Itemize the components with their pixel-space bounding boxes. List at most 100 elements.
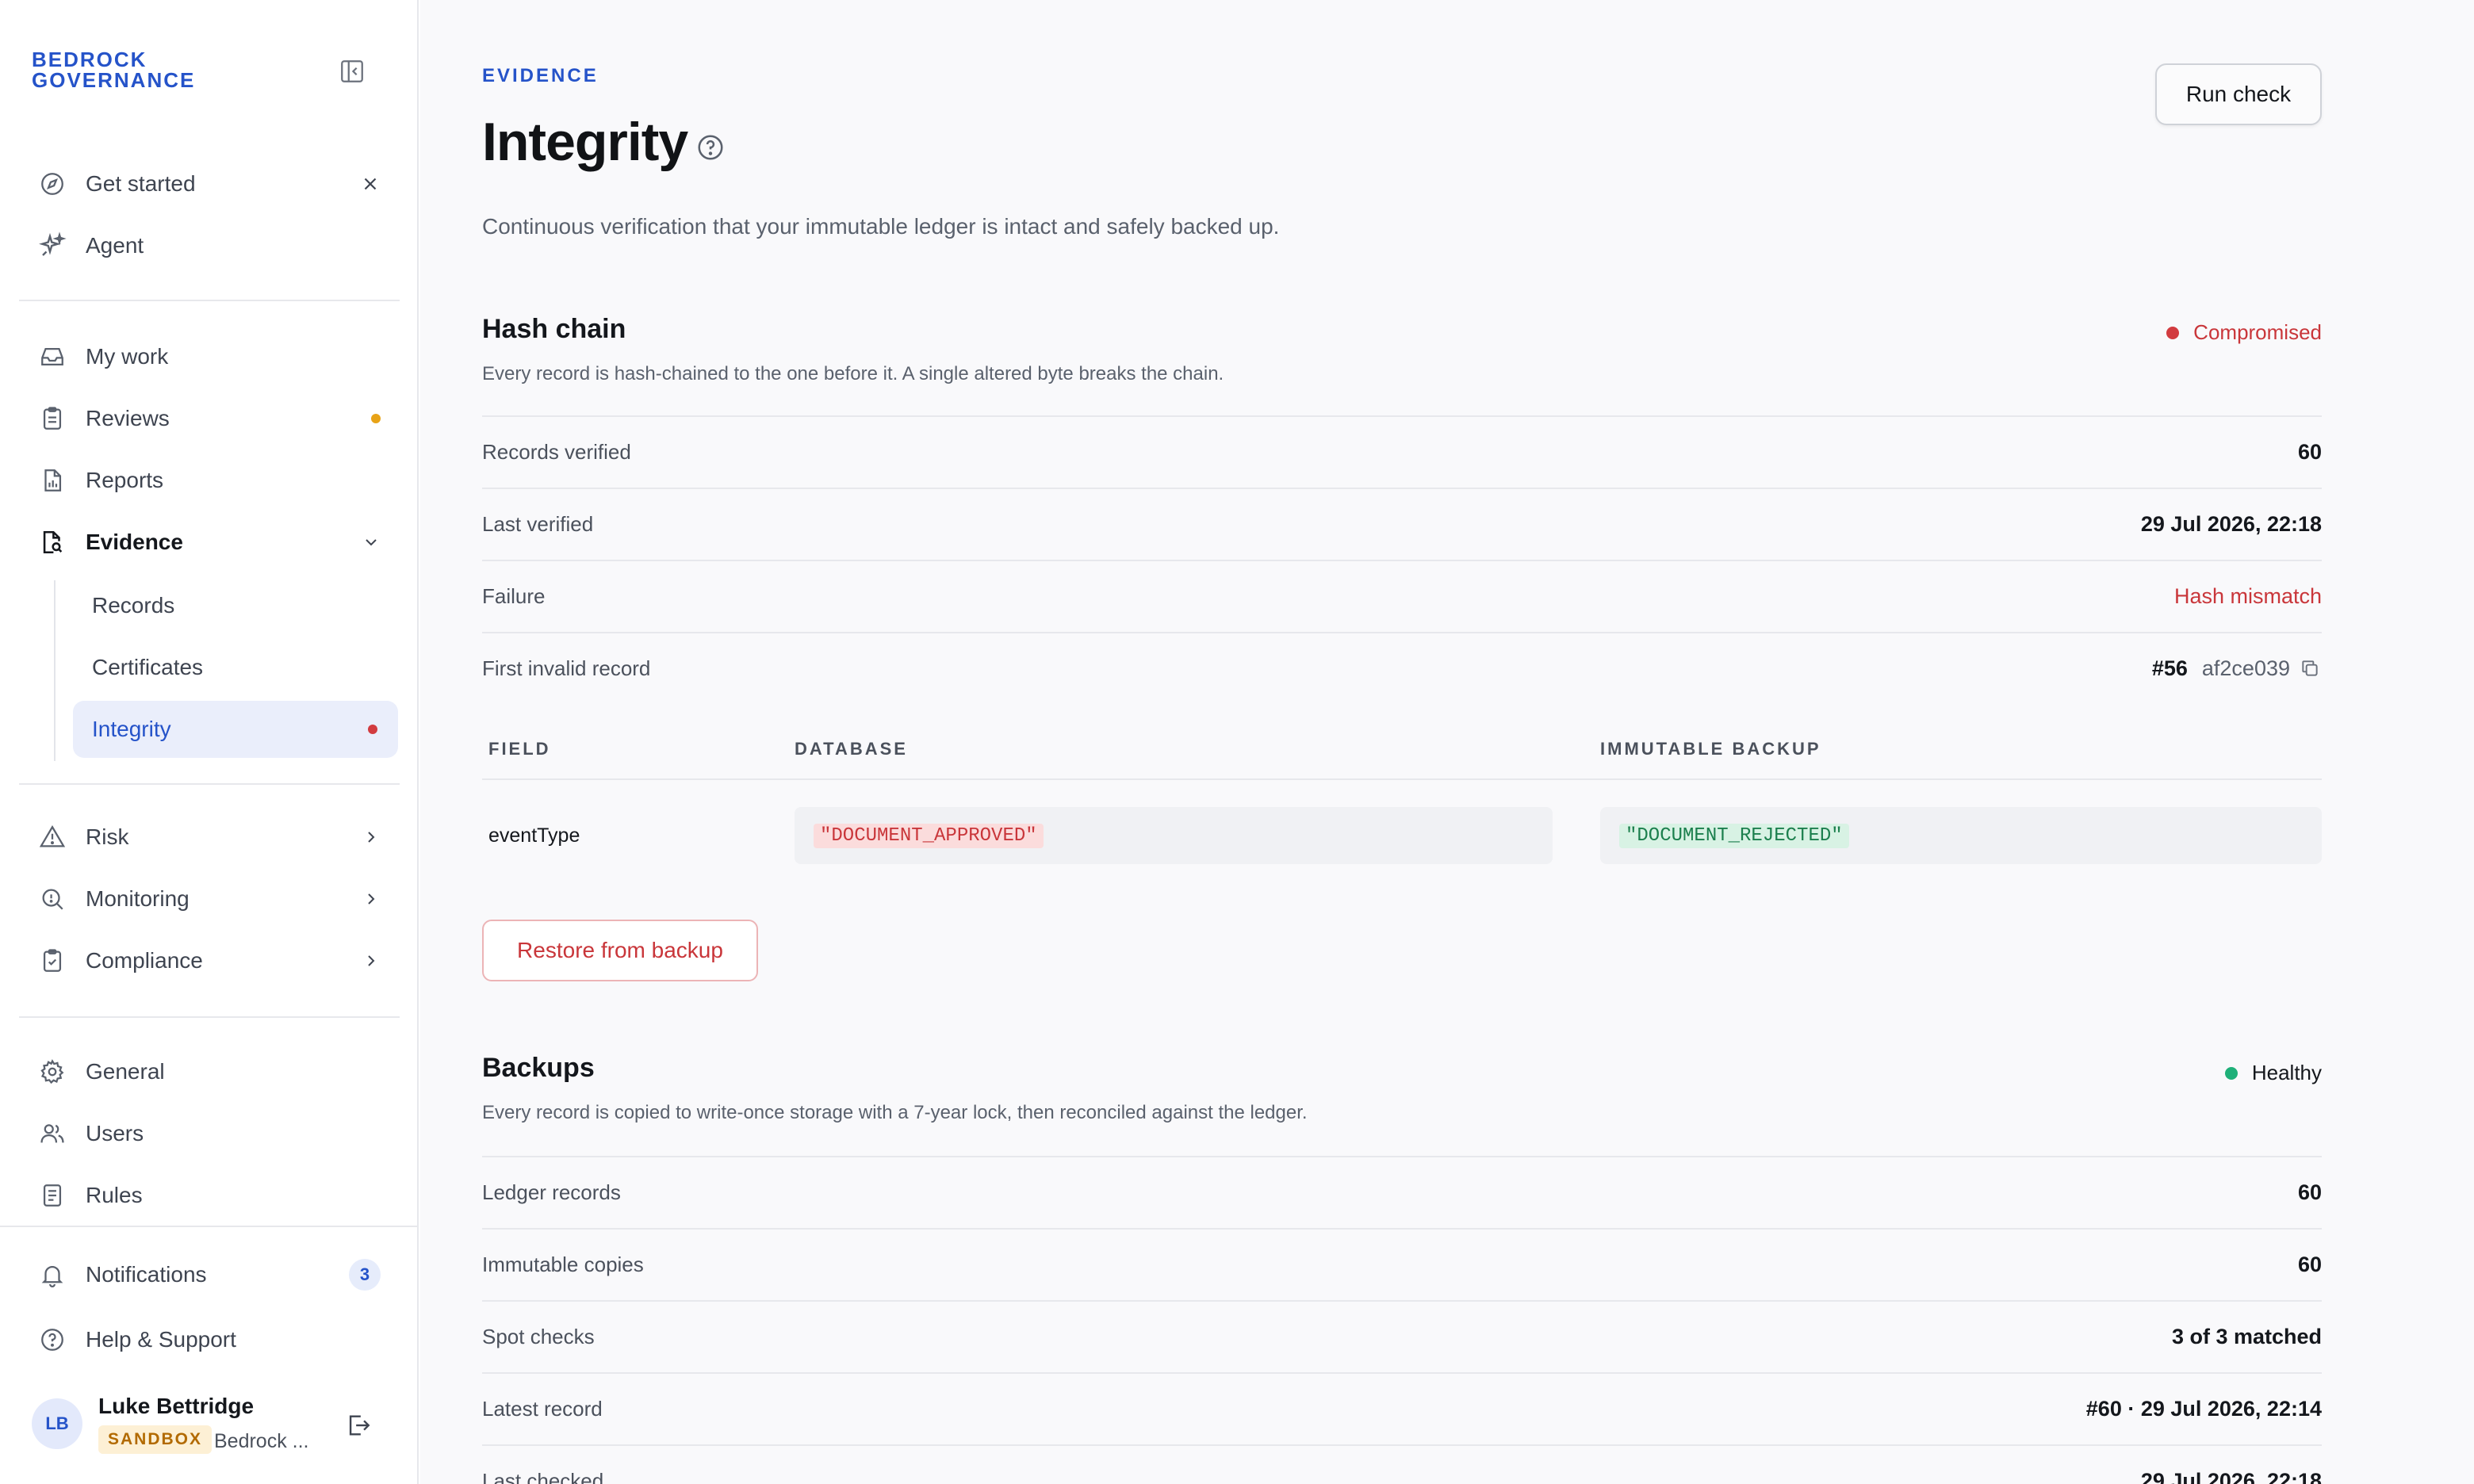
status-label: Healthy — [2251, 1061, 2322, 1084]
chevron-right-icon[interactable] — [362, 932, 381, 989]
sidebar-item-label: Notifications — [86, 1262, 207, 1287]
diff-field-name: eventType — [488, 824, 580, 847]
run-check-button[interactable]: Run check — [2155, 63, 2322, 125]
kv-value: 60 — [2297, 1180, 2322, 1204]
brand-line-2: GOVERNANCE — [32, 68, 196, 92]
status-dot — [2224, 1066, 2238, 1080]
report-icon — [36, 465, 68, 496]
sidebar-item-label: Reviews — [86, 406, 170, 430]
kv-value-group: #56 af2ce039 — [2152, 656, 2322, 681]
hash-chain-status: Compromised — [2166, 320, 2322, 345]
sidebar-item-general[interactable]: General — [19, 1043, 400, 1100]
sidebar-item-compliance[interactable]: Compliance — [19, 932, 400, 989]
kv-label: Last verified — [482, 511, 594, 536]
organization-name: Bedrock ... — [214, 1430, 309, 1452]
breadcrumb: EVIDENCE — [482, 65, 599, 86]
sidebar-subitem-label: Integrity — [92, 717, 171, 741]
chevron-down-icon[interactable] — [362, 514, 381, 571]
reviews-indicator-dot — [371, 390, 381, 447]
kv-row-last-verified: Last verified 29 Jul 2026, 22:18 — [482, 488, 2322, 559]
bell-icon — [36, 1259, 68, 1291]
brand-logo[interactable]: BEDROCK GOVERNANCE — [32, 49, 195, 90]
hash-chain-description: Every record is hash-chained to the one … — [482, 363, 1224, 384]
sidebar-item-label: Users — [86, 1121, 144, 1146]
sidebar-collapse-icon[interactable] — [336, 55, 368, 87]
sidebar-item-rules[interactable]: Rules — [19, 1167, 400, 1224]
database-value: "DOCUMENT_APPROVED" — [814, 823, 1044, 848]
sidebar-item-label: Monitoring — [86, 886, 190, 911]
kv-value: 3 of 3 matched — [2171, 1324, 2322, 1348]
sidebar-subitem-records[interactable]: Records — [73, 577, 398, 634]
logout-icon[interactable] — [343, 1409, 374, 1441]
record-hash: af2ce039 — [2201, 656, 2290, 680]
sidebar-item-label: Reports — [86, 468, 164, 492]
column-header: FIELD — [488, 739, 551, 759]
submenu-guide-line — [54, 580, 56, 761]
inbox-icon — [36, 341, 68, 373]
record-number: #56 — [2151, 656, 2188, 680]
kv-row-failure: Failure Hash mismatch — [482, 560, 2322, 631]
sparkles-icon — [36, 230, 68, 262]
kv-label: Latest record — [482, 1396, 603, 1421]
sidebar-item-help-support[interactable]: Help & Support — [19, 1311, 400, 1368]
database-value-cell: "DOCUMENT_APPROVED" — [795, 807, 1553, 864]
sidebar-item-label: General — [86, 1059, 165, 1084]
table-row: eventType "DOCUMENT_APPROVED" "DOCUMENT_… — [482, 807, 2322, 864]
status-label: Compromised — [2193, 320, 2322, 344]
sidebar-subitem-integrity[interactable]: Integrity — [73, 701, 398, 758]
kv-label: Failure — [482, 583, 546, 608]
copy-icon[interactable] — [2298, 656, 2322, 680]
document-search-icon — [36, 526, 68, 558]
column-header: DATABASE — [795, 739, 908, 759]
compass-icon — [36, 168, 68, 200]
close-icon[interactable] — [360, 155, 381, 212]
sidebar-item-agent[interactable]: Agent — [19, 217, 400, 274]
sidebar-subitem-label: Certificates — [92, 655, 204, 679]
sidebar-item-reviews[interactable]: Reviews — [19, 390, 400, 447]
sidebar-item-label: Agent — [86, 233, 144, 258]
users-icon — [36, 1118, 68, 1149]
backups-status: Healthy — [2224, 1061, 2322, 1085]
sidebar-item-label: Help & Support — [86, 1327, 236, 1352]
column-header: IMMUTABLE BACKUP — [1600, 739, 1821, 759]
restore-from-backup-button[interactable]: Restore from backup — [482, 920, 758, 981]
sidebar-item-label: Evidence — [86, 530, 183, 554]
chevron-right-icon[interactable] — [362, 870, 381, 928]
help-icon — [36, 1324, 68, 1356]
sidebar-item-get-started[interactable]: Get started — [19, 155, 400, 212]
kv-value: 29 Jul 2026, 22:18 — [2140, 1468, 2322, 1484]
main-content: EVIDENCE Integrity Run check Continuous … — [420, 0, 2474, 1484]
sidebar-item-evidence[interactable]: Evidence — [19, 514, 400, 571]
kv-row-first-invalid-record: First invalid record #56 af2ce039 — [482, 632, 2322, 703]
user-name: Luke Bettridge — [98, 1394, 255, 1418]
status-dot — [2166, 326, 2180, 339]
sidebar-item-my-work[interactable]: My work — [19, 328, 400, 385]
brand-line-1: BEDROCK — [32, 48, 147, 71]
sidebar-item-reports[interactable]: Reports — [19, 452, 400, 509]
sidebar-subitem-certificates[interactable]: Certificates — [73, 639, 398, 696]
chevron-right-icon[interactable] — [362, 809, 381, 866]
sidebar-item-label: Get started — [86, 171, 196, 196]
magnify-icon — [36, 883, 68, 915]
clipboard-icon — [36, 403, 68, 434]
integrity-alert-dot — [368, 701, 377, 758]
kv-label: Ledger records — [482, 1180, 621, 1204]
sidebar-item-notifications[interactable]: Notifications 3 — [19, 1246, 400, 1303]
user-profile[interactable]: LB Luke Bettridge SANDBOX Bedrock ... — [32, 1390, 396, 1457]
kv-label: Records verified — [482, 439, 631, 464]
sidebar-item-label: My work — [86, 344, 169, 369]
sidebar-item-label: Compliance — [86, 948, 203, 973]
kv-row-spot-checks: Spot checks 3 of 3 matched — [482, 1300, 2322, 1371]
sidebar-item-monitoring[interactable]: Monitoring — [19, 870, 400, 928]
sidebar-item-users[interactable]: Users — [19, 1105, 400, 1162]
backup-value: "DOCUMENT_REJECTED" — [1619, 823, 1849, 848]
hash-chain-title: Hash chain — [482, 314, 626, 344]
notifications-count-badge: 3 — [349, 1246, 381, 1303]
sidebar-subitem-label: Records — [92, 593, 175, 618]
help-circle-icon[interactable] — [695, 132, 726, 163]
kv-row-latest-record: Latest record #60 · 29 Jul 2026, 22:14 — [482, 1372, 2322, 1444]
kv-row-immutable-copies: Immutable copies 60 — [482, 1228, 2322, 1299]
backup-value-cell: "DOCUMENT_REJECTED" — [1600, 807, 2322, 864]
kv-label: Last checked — [482, 1468, 604, 1484]
sidebar-item-risk[interactable]: Risk — [19, 809, 400, 866]
